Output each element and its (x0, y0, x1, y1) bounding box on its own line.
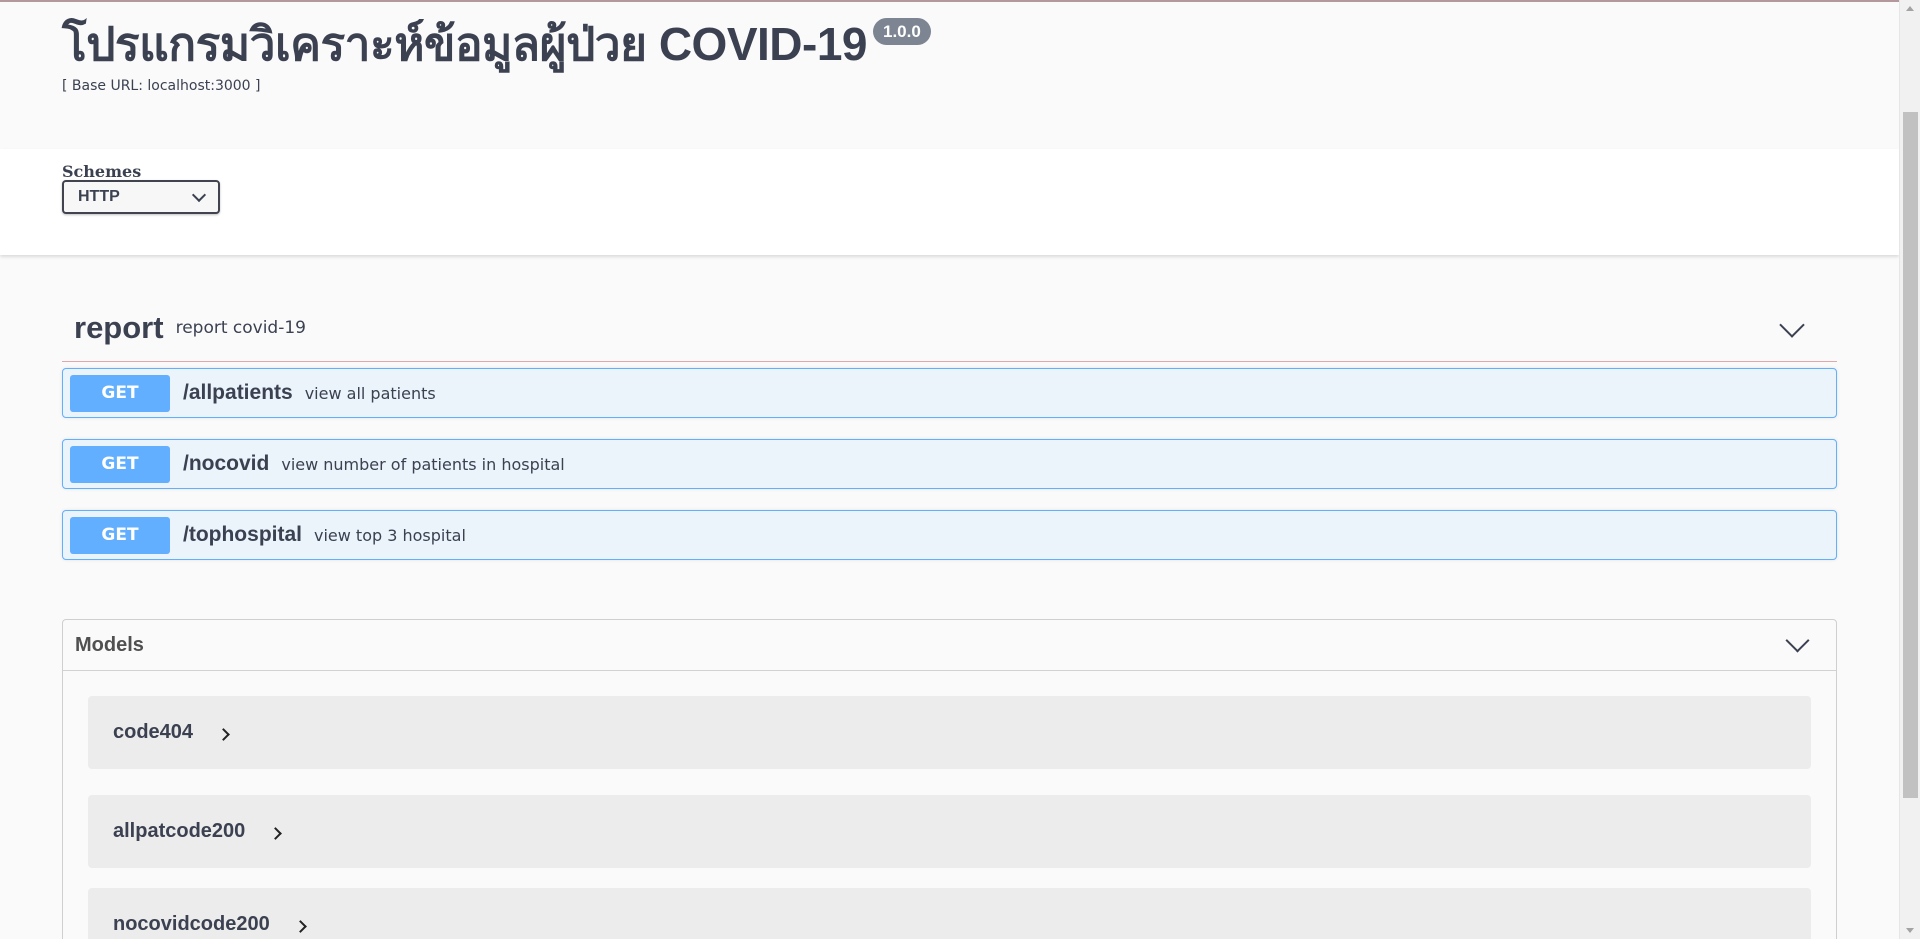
tag-description: report covid-19 (175, 318, 306, 338)
scrollbar-thumb[interactable] (1903, 112, 1918, 798)
operation-path: /allpatients (183, 381, 293, 404)
method-badge: GET (70, 374, 170, 412)
operation-path: /tophospital (183, 523, 302, 546)
tag-header[interactable]: report report covid-19 (62, 295, 1837, 362)
method-badge: GET (70, 516, 170, 554)
chevron-down-icon[interactable] (1779, 312, 1805, 338)
operation-summary: view top 3 hospital (314, 525, 466, 545)
tag-name: report (74, 310, 164, 345)
model-item-allpatcode200[interactable]: allpatcode200 (88, 795, 1811, 868)
scroll-down-arrow-icon[interactable] (1906, 928, 1914, 933)
api-info: โปรแกรมวิเคราะห์ข้อมูลผู้ป่วย COVID-19 1… (62, 14, 931, 94)
chevron-down-icon[interactable] (1785, 628, 1810, 653)
operation-summary: view number of patients in hospital (281, 454, 565, 474)
version-badge: 1.0.0 (873, 18, 931, 45)
api-title: โปรแกรมวิเคราะห์ข้อมูลผู้ป่วย COVID-19 (62, 18, 868, 70)
chevron-right-icon (217, 728, 230, 741)
scroll-up-arrow-icon[interactable] (1906, 6, 1914, 11)
model-item-nocovidcode200[interactable]: nocovidcode200 (88, 888, 1811, 939)
method-badge: GET (70, 445, 170, 483)
base-url: [ Base URL: localhost:3000 ] (62, 78, 261, 94)
operation-summary: view all patients (304, 383, 436, 403)
models-title: Models (75, 633, 144, 656)
swagger-page: โปรแกรมวิเคราะห์ข้อมูลผู้ป่วย COVID-19 1… (0, 0, 1899, 939)
models-section: Models code404 allpatcode200 nocovidcode… (62, 619, 1837, 939)
model-name: nocovidcode200 (113, 913, 270, 935)
top-border (0, 0, 1899, 2)
model-name: allpatcode200 (113, 820, 246, 842)
tag-section-report: report report covid-19 GET /allpatients … (62, 295, 1837, 560)
operation-get-nocovid[interactable]: GET /nocovid view number of patients in … (62, 439, 1837, 489)
chevron-right-icon (293, 920, 307, 933)
operation-get-allpatients[interactable]: GET /allpatients view all patients (62, 368, 1837, 418)
chevron-right-icon (269, 827, 283, 840)
operation-get-tophospital[interactable]: GET /tophospital view top 3 hospital (62, 510, 1837, 560)
models-header[interactable]: Models (63, 620, 1836, 671)
schemes-selected-value: HTTP (78, 188, 120, 205)
model-name: code404 (113, 721, 194, 743)
scheme-container: Schemes HTTP (0, 149, 1899, 255)
title-row: โปรแกรมวิเคราะห์ข้อมูลผู้ป่วย COVID-19 1… (62, 14, 931, 74)
chevron-down-icon (191, 187, 207, 202)
schemes-label: Schemes (62, 162, 142, 181)
model-item-code404[interactable]: code404 (88, 696, 1811, 769)
model-list: code404 allpatcode200 nocovidcode200 (63, 696, 1836, 939)
vertical-scrollbar[interactable] (1899, 0, 1920, 939)
schemes-select[interactable]: HTTP (62, 180, 220, 214)
operation-path: /nocovid (183, 452, 270, 475)
